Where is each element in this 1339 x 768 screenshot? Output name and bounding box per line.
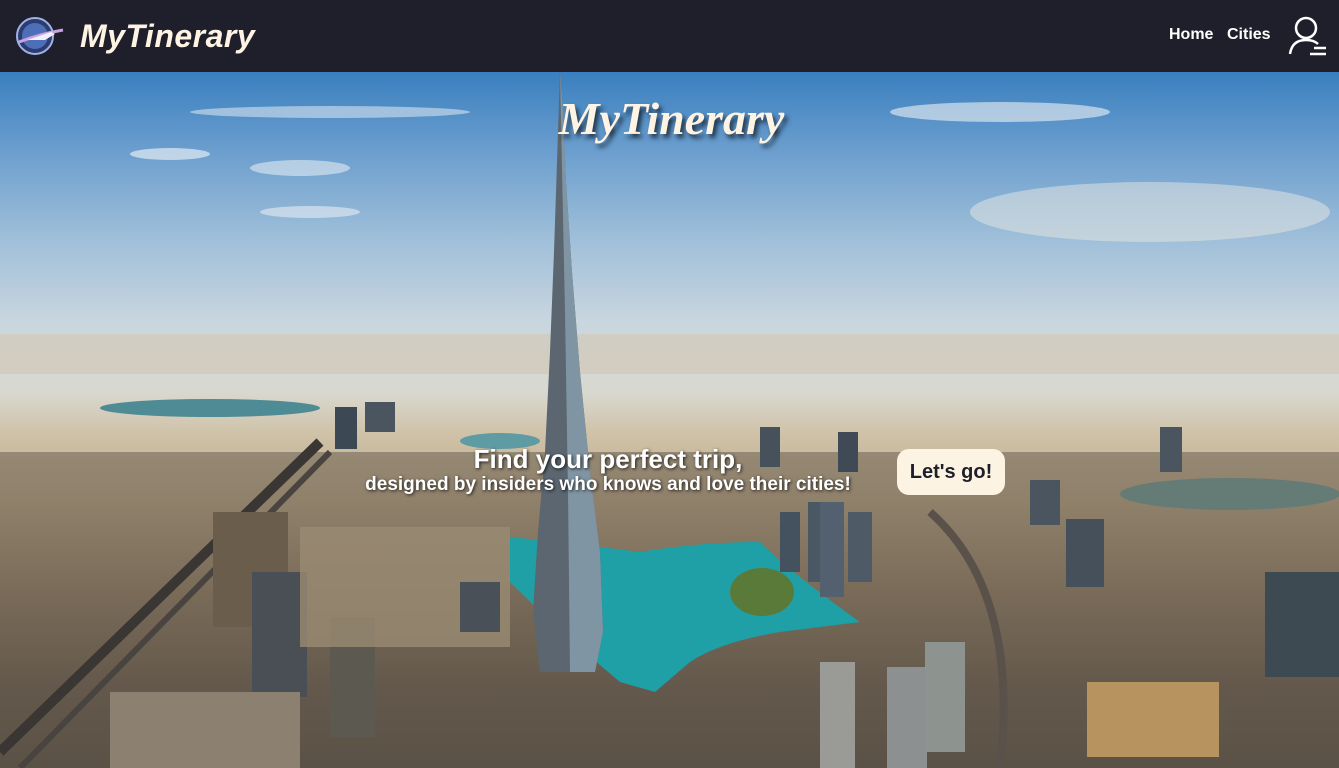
tagline-line-1: Find your perfect trip, [473, 444, 743, 474]
hero-tagline: Find your perfect trip, designed by insi… [338, 444, 878, 496]
brand-name[interactable]: MyTinerary [80, 18, 255, 55]
user-login-icon[interactable] [1286, 14, 1330, 58]
hero-title: MyTinerary [558, 93, 785, 144]
plane-globe-icon[interactable] [15, 16, 65, 56]
nav-link-cities[interactable]: Cities [1227, 26, 1271, 44]
hero-section: MyTinerary Find your perfect trip, desig… [0, 72, 1339, 768]
tagline-line-2: designed by insiders who knows and love … [365, 474, 851, 495]
lets-go-button[interactable]: Let's go! [897, 449, 1005, 495]
city-skyline-image [0, 72, 1339, 768]
nav-link-home[interactable]: Home [1169, 26, 1213, 44]
top-navbar: MyTinerary Home Cities [0, 0, 1339, 72]
